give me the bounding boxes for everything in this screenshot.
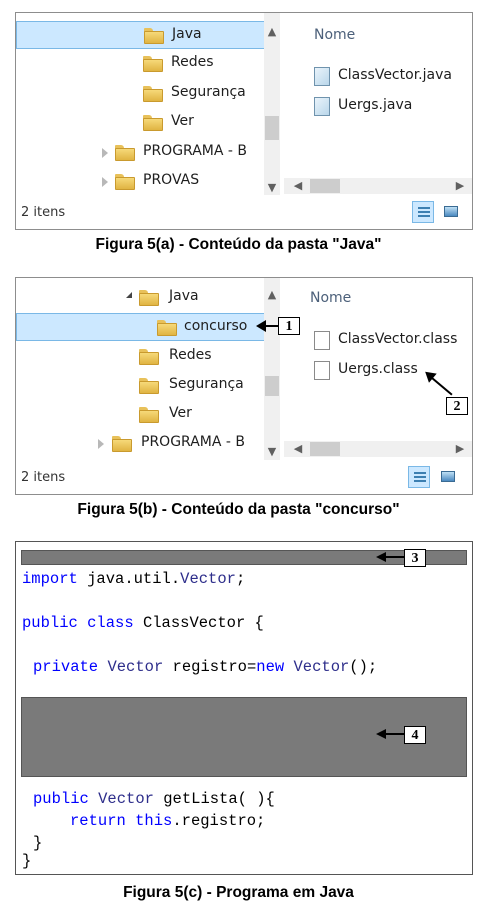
file-icon — [314, 361, 330, 380]
tree-item-java[interactable]: Java — [16, 284, 278, 312]
folder-icon — [143, 86, 163, 102]
tree-item-seguranca[interactable]: Segurança — [16, 80, 278, 108]
file-list-pane-b: Nome ClassVector.class Uergs.class ◀ ▶ — [284, 278, 472, 460]
code-line-method: public Vector getLista( ){ — [33, 790, 275, 808]
navigation-tree-a: Java Redes Segurança Ver PROGRAMA - B PR… — [16, 13, 278, 195]
tree-item-java[interactable]: Java — [16, 21, 278, 49]
code-line-class: public class ClassVector { — [22, 614, 264, 632]
code-line-close-class: } — [22, 852, 32, 870]
callout-3: 3 — [404, 549, 426, 567]
folder-icon — [157, 320, 177, 336]
folder-icon — [143, 56, 163, 72]
folder-icon — [143, 115, 163, 131]
java-file-icon — [314, 67, 330, 86]
status-bar-b: 2 itens — [16, 460, 472, 494]
tree-item-redes[interactable]: Redes — [16, 343, 278, 371]
callout-3-line — [384, 556, 404, 558]
scrollbar-thumb[interactable] — [265, 116, 279, 140]
scroll-right-icon[interactable]: ▶ — [452, 179, 468, 193]
callout-1-arrowhead — [256, 320, 266, 332]
scrollbar-thumb[interactable] — [265, 376, 279, 396]
details-view-icon[interactable] — [408, 466, 430, 488]
folder-icon — [112, 436, 132, 452]
file-list-pane-a: Nome ClassVector.java Uergs.java ◀ ▶ — [284, 13, 472, 195]
list-horizontal-scrollbar[interactable]: ◀ ▶ — [284, 441, 472, 457]
caption-figure-5a: Figura 5(a) - Conteúdo da pasta "Java" — [95, 236, 382, 253]
folder-icon — [139, 349, 159, 365]
expand-arrow-icon[interactable] — [98, 439, 104, 449]
tree-vertical-scrollbar[interactable]: ▲ ▼ — [264, 278, 280, 460]
code-panel: import java.util.Vector; public class Cl… — [15, 541, 473, 875]
expand-arrow-icon[interactable] — [102, 177, 108, 187]
scroll-right-icon[interactable]: ▶ — [452, 442, 468, 456]
item-count: 2 itens — [21, 205, 66, 220]
expand-arrow-icon[interactable] — [102, 148, 108, 158]
code-line-return: return this.registro; — [70, 812, 266, 830]
folder-icon — [115, 145, 135, 161]
callout-4: 4 — [404, 726, 426, 744]
scroll-up-icon[interactable]: ▲ — [264, 25, 280, 39]
code-line-import: import java.util.Vector; — [22, 570, 246, 588]
status-bar-a: 2 itens — [16, 195, 472, 229]
scroll-down-icon[interactable]: ▼ — [264, 445, 280, 459]
callout-1: 1 — [278, 317, 300, 335]
tree-item-seguranca[interactable]: Segurança — [16, 372, 278, 400]
scrollbar-thumb[interactable] — [310, 179, 340, 193]
tree-vertical-scrollbar[interactable]: ▲ ▼ — [264, 13, 280, 195]
explorer-window-a: Java Redes Segurança Ver PROGRAMA - B PR… — [15, 12, 473, 230]
code-line-close-method: } — [33, 834, 43, 852]
tree-item-provas[interactable]: PROVAS — [16, 168, 278, 195]
tree-item-concurso[interactable]: concurso — [16, 313, 278, 341]
list-horizontal-scrollbar[interactable]: ◀ ▶ — [284, 178, 472, 194]
thumbnail-view-icon[interactable] — [437, 466, 459, 488]
folder-icon — [144, 28, 164, 44]
column-header-name[interactable]: Nome — [314, 27, 355, 43]
hidden-code-block-4 — [21, 697, 467, 777]
folder-icon — [115, 174, 135, 190]
scroll-up-icon[interactable]: ▲ — [264, 288, 280, 302]
java-file-icon — [314, 97, 330, 116]
caption-figure-5c: Figura 5(c) - Programa em Java — [123, 884, 354, 901]
folder-icon — [139, 407, 159, 423]
callout-2: 2 — [446, 397, 468, 415]
collapse-arrow-icon[interactable] — [126, 292, 132, 298]
explorer-window-b: Java concurso Redes Segurança Ver PROGRA… — [15, 277, 473, 495]
scroll-left-icon[interactable]: ◀ — [290, 179, 306, 193]
folder-icon — [139, 378, 159, 394]
tree-item-programa[interactable]: PROGRAMA - B — [16, 139, 278, 167]
callout-1-line — [264, 325, 278, 327]
caption-figure-5b: Figura 5(b) - Conteúdo da pasta "concurs… — [77, 501, 400, 518]
navigation-tree-b: Java concurso Redes Segurança Ver PROGRA… — [16, 278, 278, 460]
details-view-icon[interactable] — [412, 201, 434, 223]
scrollbar-thumb[interactable] — [310, 442, 340, 456]
tree-item-ver[interactable]: Ver — [16, 401, 278, 429]
thumbnail-view-icon[interactable] — [440, 201, 462, 223]
tree-item-ver[interactable]: Ver — [16, 109, 278, 137]
item-count: 2 itens — [21, 470, 66, 485]
folder-icon — [139, 290, 159, 306]
tree-item-redes[interactable]: Redes — [16, 50, 278, 78]
scroll-left-icon[interactable]: ◀ — [290, 442, 306, 456]
scroll-down-icon[interactable]: ▼ — [264, 181, 280, 195]
column-header-name[interactable]: Nome — [310, 290, 351, 306]
callout-4-line — [384, 733, 404, 735]
tree-item-programa[interactable]: PROGRAMA - B — [16, 430, 278, 458]
file-icon — [314, 331, 330, 350]
code-line-field: private Vector registro=new Vector(); — [33, 658, 378, 676]
